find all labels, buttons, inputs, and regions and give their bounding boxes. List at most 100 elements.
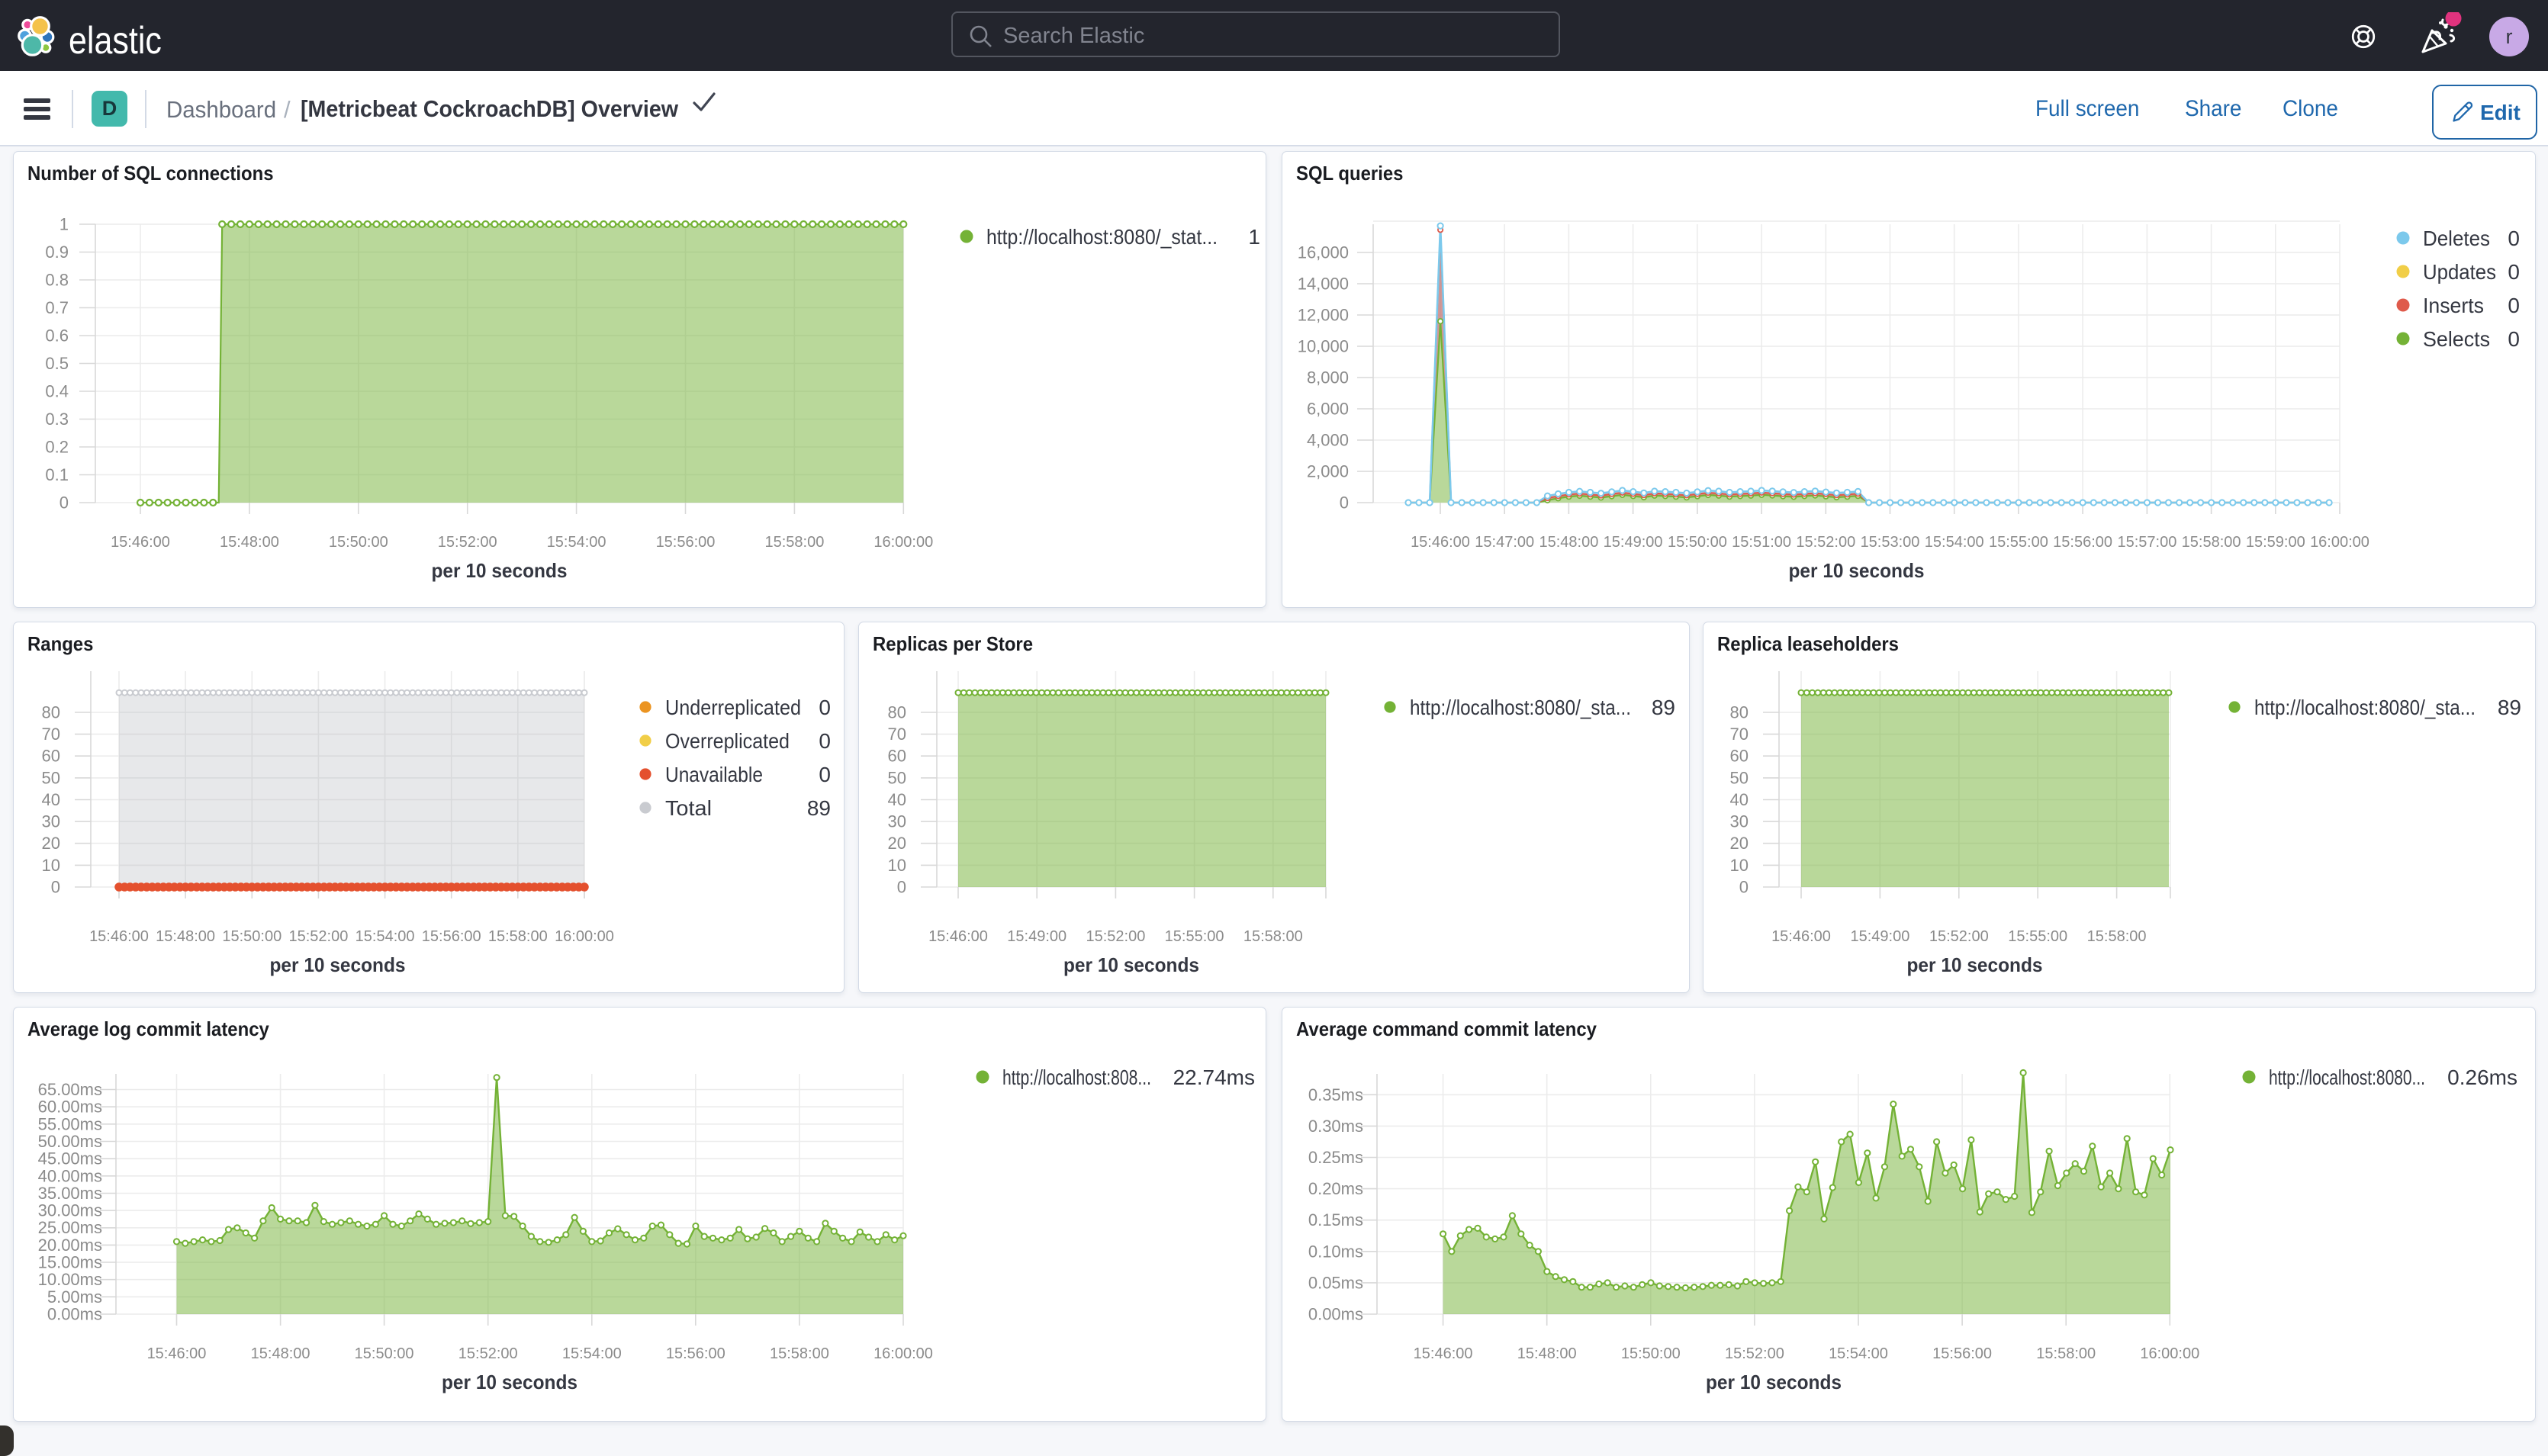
svg-text:40.00ms: 40.00ms <box>38 1166 102 1185</box>
svg-text:0.26ms: 0.26ms <box>2447 1065 2517 1089</box>
svg-text:10.00ms: 10.00ms <box>38 1270 102 1289</box>
svg-text:15:48:00: 15:48:00 <box>251 1345 310 1362</box>
svg-text:15:55:00: 15:55:00 <box>2008 928 2067 945</box>
svg-text:15:49:00: 15:49:00 <box>1007 928 1066 945</box>
svg-text:2,000: 2,000 <box>1307 462 1349 481</box>
svg-text:80: 80 <box>1730 702 1749 722</box>
svg-text:89: 89 <box>2498 696 2521 719</box>
svg-text:35.00ms: 35.00ms <box>38 1184 102 1203</box>
svg-text:0.6: 0.6 <box>45 326 69 346</box>
svg-text:50: 50 <box>42 768 60 787</box>
svg-text:15:50:00: 15:50:00 <box>329 534 388 551</box>
svg-text:http://localhost:8080/_sta...: http://localhost:8080/_sta... <box>2254 696 2476 719</box>
svg-text:0.4: 0.4 <box>45 382 69 401</box>
svg-text:per 10 seconds: per 10 seconds <box>432 559 568 582</box>
svg-text:15:48:00: 15:48:00 <box>156 928 215 945</box>
svg-text:15:46:00: 15:46:00 <box>1411 534 1470 551</box>
svg-text:70: 70 <box>42 725 60 744</box>
svg-text:16,000: 16,000 <box>1298 243 1349 262</box>
svg-text:per 10 seconds: per 10 seconds <box>1706 1371 1842 1393</box>
svg-text:45.00ms: 45.00ms <box>38 1149 102 1168</box>
svg-text:20.00ms: 20.00ms <box>38 1236 102 1255</box>
svg-text:0: 0 <box>819 763 831 786</box>
svg-text:15:54:00: 15:54:00 <box>1829 1345 1888 1362</box>
svg-text:15:51:00: 15:51:00 <box>1732 534 1791 551</box>
svg-text:15:48:00: 15:48:00 <box>1517 1345 1577 1362</box>
svg-text:15:53:00: 15:53:00 <box>1861 534 1920 551</box>
svg-text:15:54:00: 15:54:00 <box>547 534 606 551</box>
svg-text:Inserts: Inserts <box>2423 294 2484 317</box>
svg-text:15:58:00: 15:58:00 <box>2036 1345 2096 1362</box>
svg-text:15:54:00: 15:54:00 <box>562 1345 622 1362</box>
svg-text:15:52:00: 15:52:00 <box>1796 534 1855 551</box>
svg-text:0.00ms: 0.00ms <box>1308 1305 1363 1324</box>
svg-text:Deletes: Deletes <box>2423 227 2490 250</box>
svg-text:40: 40 <box>1730 790 1749 809</box>
svg-text:40: 40 <box>42 790 60 809</box>
svg-text:65.00ms: 65.00ms <box>38 1080 102 1099</box>
svg-text:15:48:00: 15:48:00 <box>1539 534 1598 551</box>
svg-text:15:54:00: 15:54:00 <box>1925 534 1984 551</box>
svg-text:15:58:00: 15:58:00 <box>770 1345 829 1362</box>
svg-text:0.05ms: 0.05ms <box>1308 1273 1363 1292</box>
svg-text:30.00ms: 30.00ms <box>38 1201 102 1220</box>
svg-text:0.1: 0.1 <box>45 465 69 484</box>
svg-text:15:49:00: 15:49:00 <box>1850 928 1909 945</box>
svg-text:6,000: 6,000 <box>1307 400 1349 419</box>
svg-text:60: 60 <box>42 747 60 766</box>
svg-text:0.9: 0.9 <box>45 243 69 262</box>
svg-text:0: 0 <box>819 696 831 719</box>
svg-text:40: 40 <box>888 790 906 809</box>
svg-text:89: 89 <box>1652 696 1675 719</box>
svg-text:15:46:00: 15:46:00 <box>928 928 988 945</box>
svg-text:60.00ms: 60.00ms <box>38 1098 102 1117</box>
svg-text:0.00ms: 0.00ms <box>47 1305 102 1324</box>
svg-text:15:54:00: 15:54:00 <box>355 928 415 945</box>
svg-text:Unavailable: Unavailable <box>665 763 763 786</box>
svg-text:0.25ms: 0.25ms <box>1308 1148 1363 1167</box>
svg-text:0.8: 0.8 <box>45 271 69 290</box>
svg-text:15:55:00: 15:55:00 <box>1989 534 2048 551</box>
svg-text:15:58:00: 15:58:00 <box>2182 534 2241 551</box>
svg-text:Total: Total <box>665 796 712 820</box>
svg-text:60: 60 <box>1730 747 1749 766</box>
svg-text:4,000: 4,000 <box>1307 431 1349 450</box>
svg-text:0: 0 <box>2508 227 2520 250</box>
svg-text:15:46:00: 15:46:00 <box>89 928 149 945</box>
svg-text:15:46:00: 15:46:00 <box>1414 1345 1473 1362</box>
svg-text:per 10 seconds: per 10 seconds <box>1907 953 2043 976</box>
svg-text:per 10 seconds: per 10 seconds <box>1063 953 1199 976</box>
svg-text:30: 30 <box>42 812 60 831</box>
svg-text:0.30ms: 0.30ms <box>1308 1117 1363 1136</box>
svg-text:15:58:00: 15:58:00 <box>764 534 824 551</box>
svg-text:15:52:00: 15:52:00 <box>1725 1345 1784 1362</box>
svg-text:15:46:00: 15:46:00 <box>1771 928 1831 945</box>
svg-text:0: 0 <box>2508 260 2520 284</box>
svg-text:15:49:00: 15:49:00 <box>1604 534 1663 551</box>
svg-text:15:59:00: 15:59:00 <box>2246 534 2305 551</box>
svg-text:15:56:00: 15:56:00 <box>656 534 716 551</box>
svg-text:50: 50 <box>888 768 906 787</box>
svg-text:12,000: 12,000 <box>1298 306 1349 325</box>
svg-text:16:00:00: 16:00:00 <box>2140 1345 2199 1362</box>
svg-text:15:50:00: 15:50:00 <box>222 928 282 945</box>
svg-text:16:00:00: 16:00:00 <box>2310 534 2369 551</box>
svg-text:8,000: 8,000 <box>1307 368 1349 387</box>
svg-text:15:58:00: 15:58:00 <box>488 928 548 945</box>
svg-text:1: 1 <box>1248 225 1260 249</box>
svg-text:10,000: 10,000 <box>1298 337 1349 356</box>
svg-text:15:55:00: 15:55:00 <box>1165 928 1224 945</box>
svg-text:50: 50 <box>1730 768 1749 787</box>
svg-text:15.00ms: 15.00ms <box>38 1253 102 1272</box>
svg-text:0: 0 <box>1340 493 1349 513</box>
svg-text:Updates: Updates <box>2423 260 2496 284</box>
svg-text:15:52:00: 15:52:00 <box>458 1345 518 1362</box>
svg-text:Overreplicated: Overreplicated <box>665 729 790 753</box>
svg-text:0.3: 0.3 <box>45 410 69 429</box>
svg-text:80: 80 <box>42 702 60 722</box>
svg-text:per 10 seconds: per 10 seconds <box>442 1371 577 1393</box>
svg-text:15:47:00: 15:47:00 <box>1475 534 1534 551</box>
svg-text:15:56:00: 15:56:00 <box>2053 534 2112 551</box>
svg-text:14,000: 14,000 <box>1298 275 1349 294</box>
svg-text:0.2: 0.2 <box>45 438 69 457</box>
